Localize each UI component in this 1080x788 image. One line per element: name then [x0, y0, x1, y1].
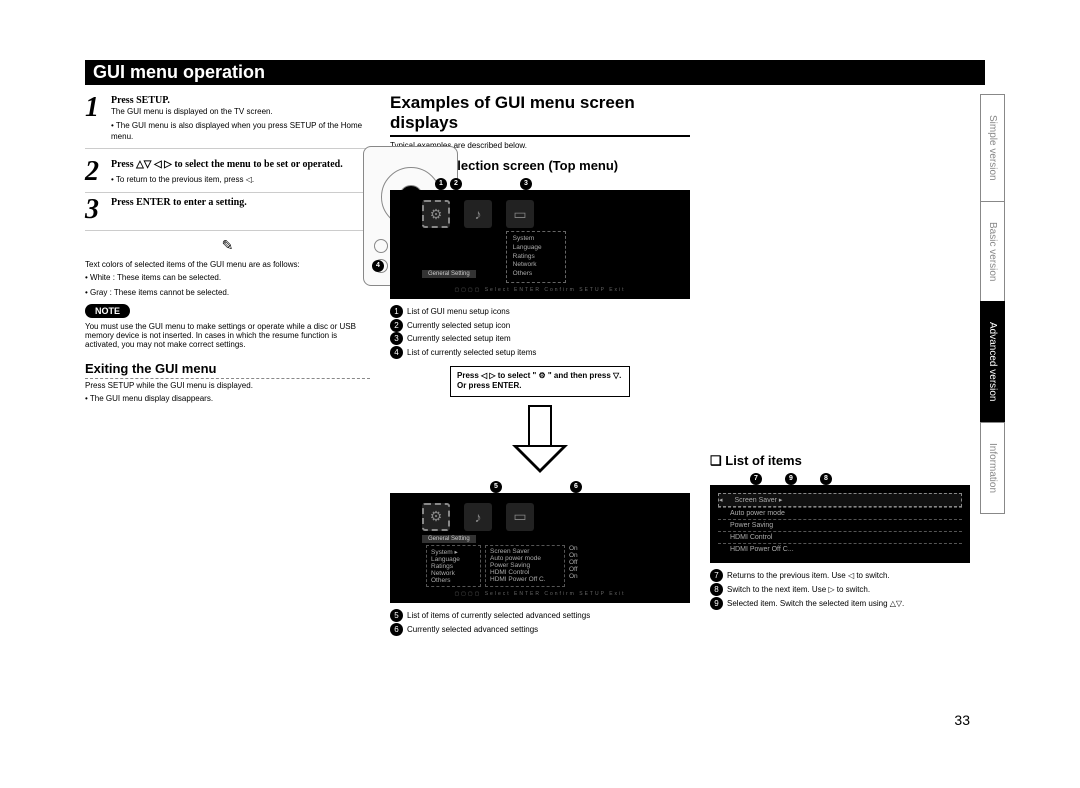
callout-7: 7 [750, 473, 762, 485]
legend-block-1: 1List of GUI menu setup icons 2Currently… [390, 305, 690, 360]
callout-9: 9 [785, 473, 797, 485]
list-item: Screen Saver ▸ [735, 496, 783, 504]
col-mid: Screen SaverAuto power modePower SavingH… [485, 545, 565, 587]
menu-item: System [513, 235, 559, 244]
menu-item: Language [513, 244, 559, 253]
callout-4: 4 [372, 260, 384, 272]
screen-footer: ▢▢▢▢ Select ENTER Confirm SETUP Exit [398, 591, 682, 597]
monitor-icon: ▭ [506, 200, 534, 228]
page-content: GUI menu operation 1 Press SETUP. The GU… [85, 60, 985, 636]
colors-intro: Text colors of selected items of the GUI… [85, 260, 370, 269]
legend-text: List of currently selected setup items [407, 348, 536, 357]
callout-5: 5 [490, 481, 502, 493]
exiting-heading: Exiting the GUI menu [85, 361, 370, 379]
left-column: 1 Press SETUP. The GUI menu is displayed… [85, 91, 370, 636]
legend-text: Returns to the previous item. Use ◁ to s… [727, 571, 890, 580]
list-item: HDMI Power Off C... [730, 546, 794, 553]
step-number-3: 3 [85, 196, 111, 224]
callout-6: 6 [570, 481, 582, 493]
menu-item: Ratings [513, 253, 559, 262]
legend-text: Currently selected setup icon [407, 321, 510, 330]
step2-text-a: To return to the previous item, press ◁. [116, 175, 254, 184]
legend-text: Selected item. Switch the selected item … [727, 599, 904, 608]
gear-icon: ⚙ [422, 200, 450, 228]
step1-text-b: The GUI menu is also displayed when you … [111, 121, 362, 140]
colors-white: White : These items can be selected. [90, 273, 221, 282]
arrow-down-icon [520, 405, 560, 473]
screen-list-items: ◂Screen Saver ▸ Auto power mode Power Sa… [710, 485, 970, 563]
col-left: System ▸LanguageRatingsNetworkOthers [426, 545, 481, 587]
callout-3: 3 [520, 178, 532, 190]
pencil-icon: ✎ [85, 237, 370, 254]
menu-item: Others [513, 270, 559, 279]
right-column: ❏ List of items 7 9 8 ◂Screen Saver ▸ Au… [710, 91, 970, 636]
section-tabs: Simple version Basic version Advanced ve… [980, 95, 1060, 514]
step1-text-a: The GUI menu is displayed on the TV scre… [111, 107, 273, 116]
legend-text: Switch to the next item. Use ▷ to switch… [727, 585, 870, 594]
step-number-1: 1 [85, 94, 111, 142]
callout-2: 2 [450, 178, 462, 190]
screen-detail: ⚙ ♪ ▭ General Setting System ▸LanguageRa… [390, 493, 690, 603]
step-number-2: 2 [85, 158, 111, 186]
music-icon: ♪ [464, 200, 492, 228]
music-icon: ♪ [464, 503, 492, 531]
note-badge: NOTE [85, 304, 130, 318]
legend-text: List of items of currently selected adva… [407, 611, 590, 620]
step2-title: Press △▽ ◁ ▷ to select the menu to be se… [111, 159, 343, 170]
legend-block-2: 5List of items of currently selected adv… [390, 609, 690, 637]
screen-top-menu: 4 ⚙ ♪ ▭ General Setting System Language … [390, 190, 690, 299]
legend-text: Currently selected setup item [407, 334, 511, 343]
colors-gray: Gray : These items cannot be selected. [90, 288, 229, 297]
banner-text: General Setting [422, 535, 476, 543]
banner-text: General Setting [422, 270, 476, 278]
step3-title: Press ENTER to enter a setting. [111, 197, 247, 208]
list-item: Power Saving [730, 522, 773, 529]
list-item: HDMI Control [730, 534, 772, 541]
legend-text: List of GUI menu setup icons [407, 307, 510, 316]
legend-block-3: 7Returns to the previous item. Use ◁ to … [710, 569, 970, 610]
menu-item: Network [513, 261, 559, 270]
examples-heading: Examples of GUI menu screen displays [390, 93, 690, 137]
list-item: Auto power mode [730, 510, 785, 517]
page-title: GUI menu operation [85, 60, 985, 85]
page-number: 33 [954, 712, 970, 728]
callout-8: 8 [820, 473, 832, 485]
exit-b: The GUI menu display disappears. [90, 394, 213, 403]
instruction-box: Press ◁ ▷ to select " ⚙ " and then press… [450, 366, 630, 397]
legend-text: Currently selected advanced settings [407, 625, 538, 634]
monitor-icon: ▭ [506, 503, 534, 531]
sub-heading-2: List of items [725, 453, 802, 468]
screen-footer: ▢▢▢▢ Select ENTER Confirm SETUP Exit [398, 287, 682, 293]
col-right: OnOnOffOffOn [569, 545, 593, 587]
callout-1: 1 [435, 178, 447, 190]
exit-a: Press SETUP while the GUI menu is displa… [85, 381, 370, 390]
note-text: You must use the GUI menu to make settin… [85, 322, 370, 349]
gear-icon: ⚙ [422, 503, 450, 531]
step1-title: Press SETUP. [111, 95, 170, 106]
menu-list: System Language Ratings Network Others [506, 231, 566, 283]
